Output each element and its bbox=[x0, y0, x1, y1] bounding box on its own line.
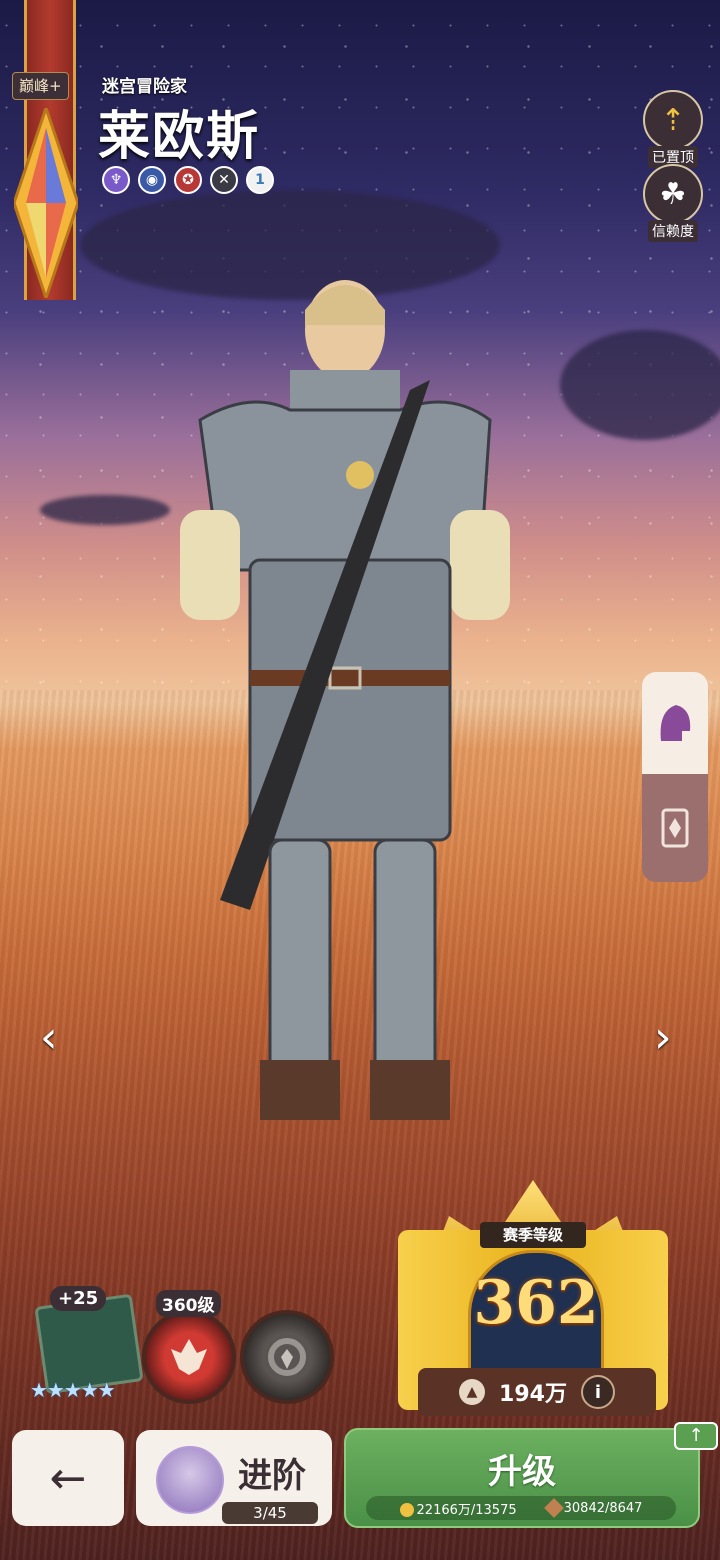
gold-coin-icon bbox=[399, 1503, 414, 1517]
flame-crest-icon bbox=[171, 1339, 207, 1375]
character-figure bbox=[180, 280, 510, 1120]
card-icon bbox=[661, 808, 689, 848]
gold-cost: 22166万/13575 bbox=[416, 1502, 517, 1518]
orb-level: 360级 bbox=[156, 1290, 221, 1317]
tab-helmet[interactable] bbox=[642, 672, 708, 774]
gear-crystal-icon bbox=[268, 1338, 306, 1376]
advance-label: 进阶 bbox=[238, 1456, 306, 1496]
faction-icon[interactable]: ✪ bbox=[174, 166, 202, 194]
season-title: 赛季等级 bbox=[480, 1222, 586, 1248]
next-character-arrow[interactable]: › bbox=[654, 1012, 672, 1063]
pinned-button[interactable]: ⇡ 已置顶 bbox=[638, 90, 708, 168]
tab-card[interactable] bbox=[642, 774, 708, 882]
prev-character-arrow[interactable]: ‹ bbox=[40, 1012, 58, 1063]
rank-tag: 巅峰+ bbox=[12, 72, 69, 100]
trust-button[interactable]: ☘ 信赖度 bbox=[638, 164, 708, 242]
info-icon[interactable]: i bbox=[580, 1375, 615, 1409]
trust-label: 信赖度 bbox=[648, 220, 698, 242]
upgrade-label: 升级 bbox=[488, 1452, 556, 1492]
element-icon[interactable]: ◉ bbox=[138, 166, 166, 194]
book-bonus: +25 bbox=[50, 1286, 107, 1311]
rank-gem-icon bbox=[14, 108, 78, 298]
back-button[interactable]: ← bbox=[12, 1430, 124, 1526]
helmet-icon bbox=[660, 705, 691, 741]
book-item[interactable]: +25 ★★★★★ bbox=[22, 1286, 144, 1402]
book-stars: ★★★★★ bbox=[30, 1378, 116, 1402]
currency-icon: ▲ bbox=[459, 1379, 486, 1405]
skill-badges: ♆ ◉ ✪ ✕ 1 bbox=[102, 166, 274, 194]
skill-orb-red[interactable] bbox=[142, 1310, 236, 1404]
upgrade-available-badge: ↑ bbox=[674, 1422, 718, 1450]
advance-avatar bbox=[156, 1446, 224, 1514]
cloud bbox=[40, 495, 170, 525]
material-cost-item: 30842/8647 bbox=[543, 1498, 643, 1518]
season-level-panel[interactable]: 赛季等级 362 ▲ 194万 i bbox=[388, 1150, 678, 1430]
season-currency: 194万 bbox=[499, 1382, 567, 1407]
rarity-badge[interactable]: 1 bbox=[246, 166, 274, 194]
season-level: 362 bbox=[473, 1268, 599, 1338]
pin-top-icon: ⇡ bbox=[643, 90, 703, 150]
class-icon[interactable]: ♆ bbox=[102, 166, 130, 194]
advance-progress: 3/45 bbox=[222, 1502, 318, 1524]
upgrade-button[interactable]: 升级 22166万/13575 30842/8647 bbox=[344, 1428, 700, 1528]
material-icon bbox=[543, 1498, 564, 1518]
upgrade-costs: 22166万/13575 30842/8647 bbox=[366, 1496, 676, 1520]
advance-button[interactable]: 进阶 3/45 bbox=[136, 1430, 332, 1526]
material-cost: 30842/8647 bbox=[563, 1500, 643, 1516]
cloud bbox=[560, 330, 720, 440]
character-name: 莱欧斯 bbox=[98, 106, 261, 167]
season-currency-bar: ▲ 194万 i bbox=[418, 1368, 656, 1416]
side-tabs bbox=[642, 672, 708, 882]
weapon-icon[interactable]: ✕ bbox=[210, 166, 238, 194]
bottom-action-bar: ← 进阶 3/45 升级 22166万/13575 30842/8647 bbox=[0, 1420, 720, 1560]
clover-icon: ☘ bbox=[643, 164, 703, 224]
gold-cost-item: 22166万/13575 bbox=[399, 1499, 517, 1518]
skill-orb-locked[interactable] bbox=[240, 1310, 334, 1404]
